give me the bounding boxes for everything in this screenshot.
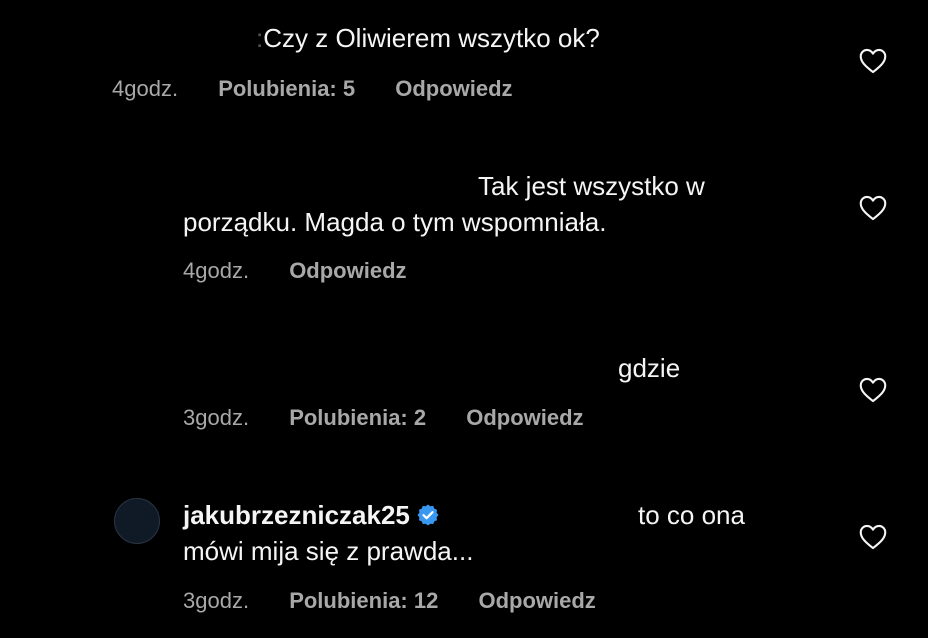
comment-3-time: 3godz.: [183, 405, 250, 430]
comment-4-reply-button[interactable]: Odpowiedz: [478, 588, 595, 613]
comment-4-time: 3godz.: [183, 588, 250, 613]
comment-2-text-line-2: porządku. Magda o tym wspomniała.: [183, 207, 607, 237]
comment-1-reply-button[interactable]: Odpowiedz: [395, 76, 512, 101]
comment-2-reply-button[interactable]: Odpowiedz: [289, 258, 406, 283]
heart-icon[interactable]: [859, 377, 887, 403]
avatar[interactable]: [114, 498, 160, 544]
comment-4-text-line-1: to co ona: [638, 500, 745, 530]
comment-3-likes[interactable]: Polubienia: 2: [289, 405, 426, 430]
heart-icon[interactable]: [859, 48, 887, 74]
comment-1-time: 4godz.: [112, 76, 179, 101]
comment-2-text-line-1: Tak jest wszystko w: [478, 171, 705, 201]
comment-4-meta: 3godz. Polubienia: 12 Odpowiedz: [183, 587, 596, 615]
comment-4-text-line-2: mówi mija się z prawda...: [183, 536, 474, 566]
verified-badge-icon: [416, 503, 440, 527]
comment-2-time: 4godz.: [183, 258, 250, 283]
comment-4-username[interactable]: jakubrzezniczak25: [183, 500, 410, 530]
comment-2-meta: 4godz. Odpowiedz: [183, 257, 407, 285]
heart-icon[interactable]: [859, 524, 887, 550]
comment-3-text: gdzie: [618, 353, 681, 383]
heart-icon[interactable]: [859, 195, 887, 221]
comment-4-likes[interactable]: Polubienia: 12: [289, 588, 438, 613]
comment-3-meta: 3godz. Polubienia: 2 Odpowiedz: [183, 404, 584, 432]
comment-3-reply-button[interactable]: Odpowiedz: [466, 405, 583, 430]
comment-1-text: :Czy z Oliwierem wszytko ok?: [256, 23, 600, 53]
comment-1-meta: 4godz. Polubienia: 5 Odpowiedz: [112, 75, 513, 103]
comment-1-likes[interactable]: Polubienia: 5: [218, 76, 355, 101]
comment-4-header: jakubrzezniczak25: [183, 499, 440, 532]
